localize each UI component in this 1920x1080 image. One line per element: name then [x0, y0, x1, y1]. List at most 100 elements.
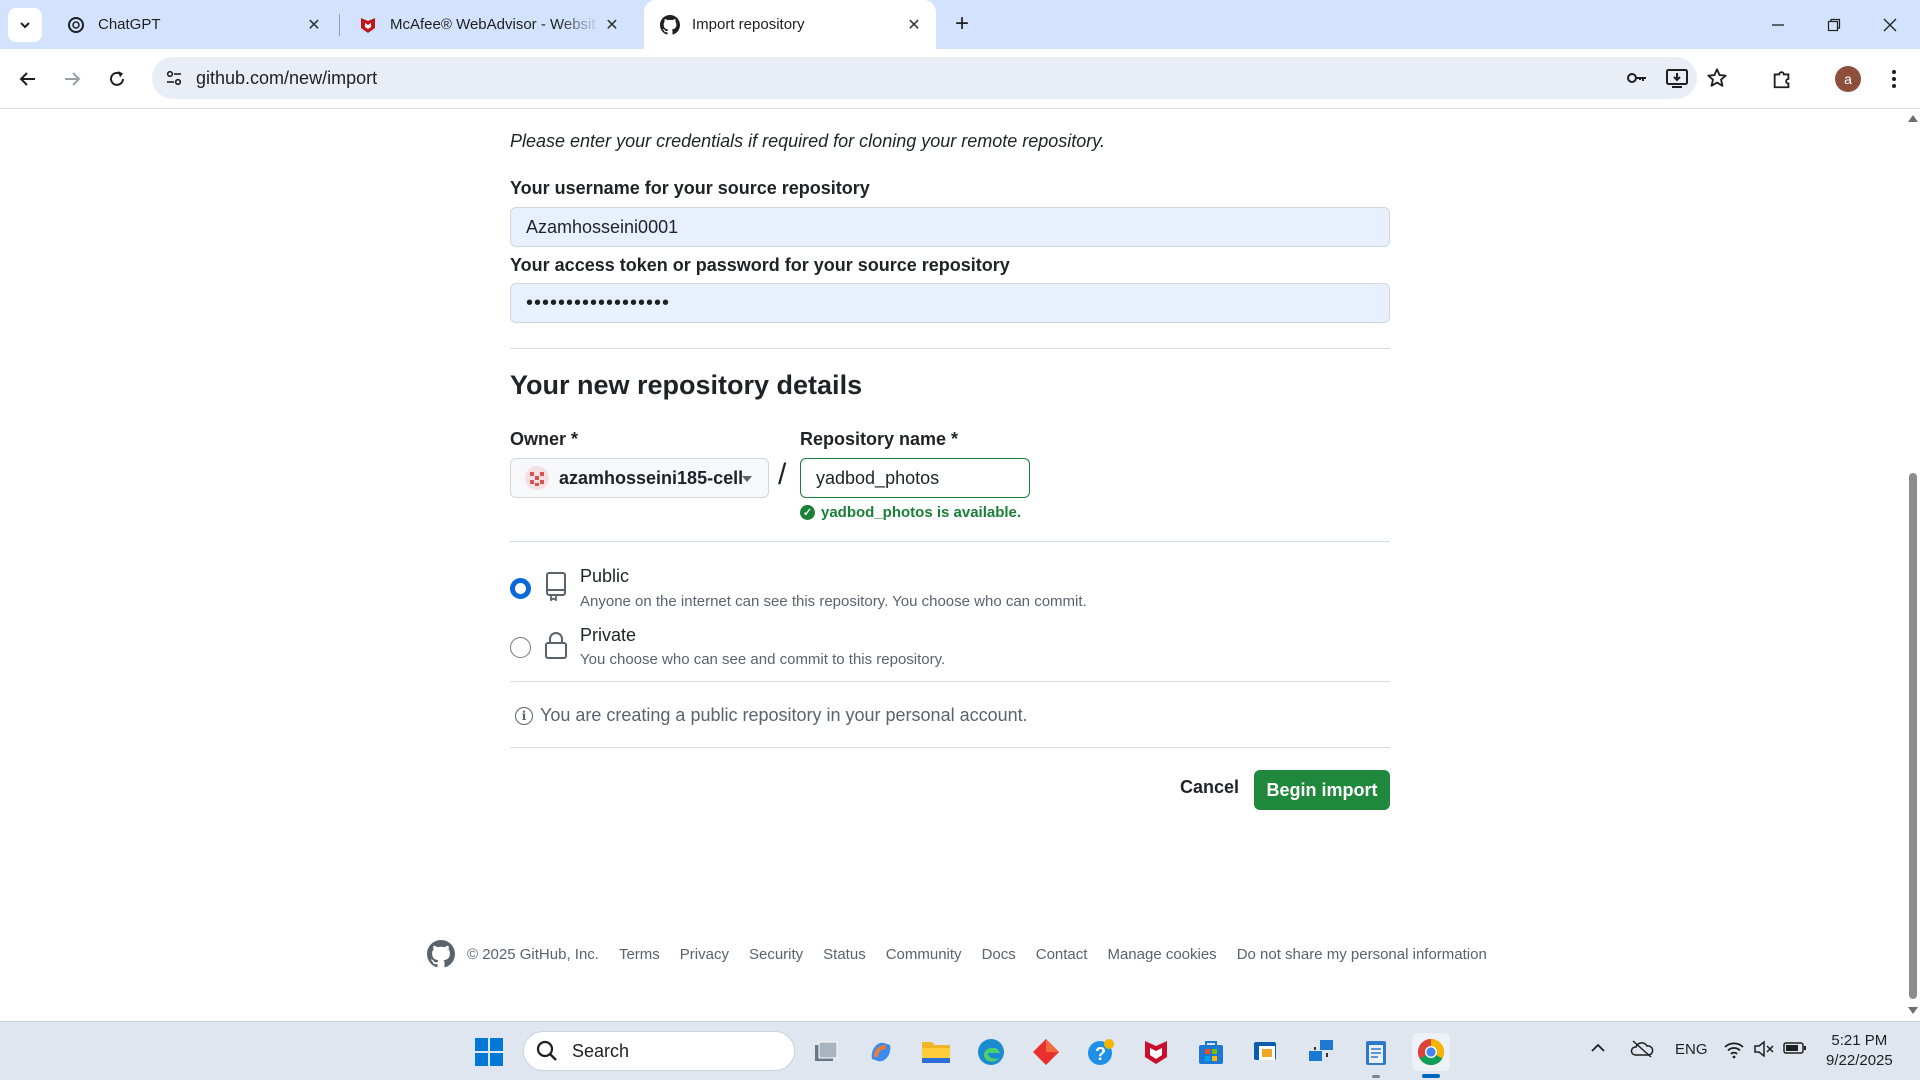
site-info-icon[interactable] [162, 66, 186, 90]
onedrive-icon[interactable] [1630, 1039, 1654, 1063]
chevron-down-icon [20, 22, 30, 29]
reload-button[interactable] [101, 63, 133, 95]
folder-icon [922, 1042, 950, 1063]
profile-button[interactable]: a [1832, 63, 1864, 95]
file-explorer-app[interactable] [917, 1033, 955, 1071]
owner-repo-separator: / [778, 458, 787, 491]
divider [510, 747, 1390, 748]
restore-button[interactable] [1806, 0, 1862, 49]
page-footer: © 2025 GitHub, Inc. Terms Privacy Securi… [427, 939, 1507, 969]
plus-icon: + [954, 10, 969, 37]
footer-link-manage-cookies[interactable]: Manage cookies [1107, 946, 1216, 963]
task-view-button[interactable] [807, 1033, 845, 1071]
more-vertical-icon [1892, 70, 1896, 88]
scroll-up-icon[interactable] [1908, 115, 1918, 122]
tab-search-button[interactable] [8, 8, 42, 42]
username-label: Your username for your source repository [510, 178, 870, 198]
new-tab-button[interactable]: + [948, 10, 976, 38]
star-bookmark-icon[interactable] [1705, 66, 1729, 90]
begin-import-button[interactable]: Begin import [1254, 770, 1390, 810]
close-icon [1883, 18, 1897, 31]
windows-logo-icon [475, 1038, 503, 1066]
remote-desktop-icon [1254, 1042, 1276, 1060]
network-app[interactable] [1302, 1033, 1340, 1071]
tab-title: ChatGPT [98, 16, 161, 33]
svg-text:?: ? [1095, 1044, 1106, 1064]
repo-name-input[interactable]: yadbod_photos [800, 458, 1030, 498]
help-app[interactable]: ? [1082, 1033, 1120, 1071]
minimize-button[interactable] [1750, 0, 1806, 49]
footer-link-terms[interactable]: Terms [619, 946, 660, 963]
notice-text: You are creating a public repository in … [540, 705, 1028, 725]
footer-link-docs[interactable]: Docs [982, 946, 1016, 963]
browser-menu-button[interactable] [1878, 63, 1910, 95]
windows-taskbar: Search ? ENG 5:21 PM 9/22/2025 [0, 1021, 1920, 1080]
github-icon [660, 14, 680, 35]
copilot-app[interactable] [862, 1033, 900, 1071]
address-bar[interactable]: github.com/new/import [152, 57, 1727, 99]
info-icon: i [515, 706, 533, 725]
tab-mcafee[interactable]: McAfee® WebAdvisor - Websit ✕ [342, 0, 634, 49]
tab-strip: ChatGPT ✕ McAfee® WebAdvisor - Websit ✕ … [0, 0, 1920, 49]
extensions-button[interactable] [1766, 63, 1798, 95]
page-viewport: Please enter your credentials if require… [0, 109, 1906, 1021]
chevron-up-icon [1591, 1043, 1605, 1052]
footer-link-security[interactable]: Security [749, 946, 803, 963]
avatar: a [1835, 66, 1861, 92]
edge-app[interactable] [972, 1033, 1010, 1071]
arrow-left-icon [19, 72, 35, 86]
tab-chatgpt[interactable]: ChatGPT ✕ [50, 0, 336, 49]
repo-name-value: yadbod_photos [816, 467, 940, 488]
password-field[interactable]: •••••••••••••••••• [510, 283, 1390, 323]
install-app-icon[interactable] [1665, 66, 1689, 90]
public-radio[interactable] [510, 578, 531, 599]
close-icon[interactable]: ✕ [902, 13, 926, 37]
network-computers-icon [1309, 1040, 1333, 1061]
restore-icon [1827, 18, 1841, 31]
notepad-app[interactable] [1357, 1033, 1395, 1071]
password-key-icon[interactable] [1625, 66, 1649, 90]
search-icon [536, 1040, 557, 1061]
close-icon[interactable]: ✕ [302, 13, 326, 37]
reload-icon [110, 71, 124, 86]
battery-icon[interactable] [1783, 1040, 1807, 1060]
owner-dropdown[interactable]: azamhosseini185-cell [510, 458, 769, 498]
tab-divider [339, 14, 340, 36]
edge-icon [978, 1039, 1004, 1065]
forward-button[interactable] [56, 63, 88, 95]
taskbar-search[interactable]: Search [523, 1031, 795, 1071]
github-logo-icon[interactable] [427, 940, 455, 968]
owner-name: azamhosseini185-cell [559, 467, 744, 488]
chrome-app[interactable] [1412, 1033, 1450, 1071]
private-radio[interactable] [510, 637, 531, 658]
wifi-icon[interactable] [1723, 1039, 1745, 1063]
page-scrollbar[interactable] [1906, 109, 1920, 1021]
mcafee-app[interactable] [1137, 1033, 1175, 1071]
cancel-button[interactable]: Cancel [1170, 771, 1249, 804]
microsoft-store-app[interactable] [1192, 1033, 1230, 1071]
footer-link-privacy[interactable]: Privacy [680, 946, 729, 963]
app-red-diamond[interactable] [1027, 1033, 1065, 1071]
username-field[interactable]: Azamhosseini0001 [510, 207, 1390, 247]
scrollbar-thumb[interactable] [1909, 473, 1917, 999]
start-button[interactable] [470, 1033, 508, 1071]
search-placeholder: Search [572, 1040, 630, 1061]
footer-link-status[interactable]: Status [823, 946, 866, 963]
back-button[interactable] [12, 63, 44, 95]
remote-app[interactable] [1247, 1033, 1285, 1071]
close-icon[interactable]: ✕ [600, 13, 624, 37]
footer-link-contact[interactable]: Contact [1036, 946, 1088, 963]
footer-link-community[interactable]: Community [886, 946, 962, 963]
close-window-button[interactable] [1862, 0, 1918, 49]
scroll-down-icon[interactable] [1908, 1007, 1918, 1014]
language-indicator[interactable]: ENG [1675, 1041, 1708, 1058]
private-title: Private [580, 625, 637, 645]
tab-import-repository[interactable]: Import repository ✕ [644, 0, 936, 49]
copilot-icon [871, 1042, 891, 1062]
footer-link-do-not-share[interactable]: Do not share my personal information [1237, 946, 1487, 963]
show-hidden-icons[interactable] [1590, 1041, 1606, 1059]
volume-muted-icon[interactable] [1753, 1039, 1775, 1063]
private-description: You choose who can see and commit to thi… [580, 651, 946, 668]
copyright: © 2025 GitHub, Inc. [467, 945, 599, 963]
taskbar-clock[interactable]: 5:21 PM 9/22/2025 [1826, 1031, 1893, 1071]
